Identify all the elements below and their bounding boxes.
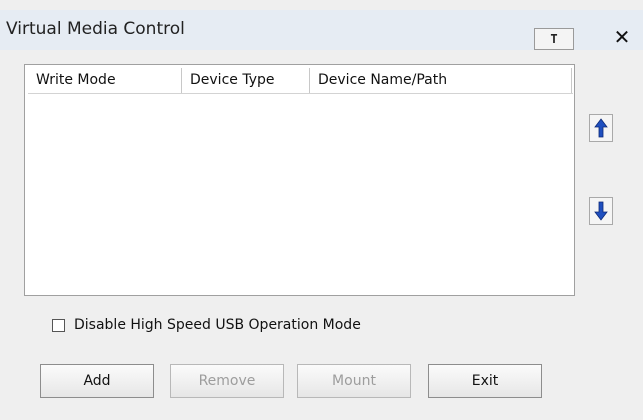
device-list[interactable]: Write Mode Device Type Device Name/Path (24, 64, 575, 296)
device-list-body[interactable] (28, 94, 573, 292)
window-title: Virtual Media Control (6, 19, 185, 39)
column-header-write-mode[interactable]: Write Mode (28, 68, 182, 93)
device-list-header: Write Mode Device Type Device Name/Path (28, 68, 573, 94)
arrow-up-icon (594, 118, 608, 138)
column-header-device-type[interactable]: Device Type (182, 68, 310, 93)
mount-button[interactable]: Mount (297, 364, 411, 398)
disable-high-speed-usb-label: Disable High Speed USB Operation Mode (74, 317, 361, 333)
column-header-device-name-path[interactable]: Device Name/Path (310, 68, 572, 93)
pin-button[interactable]: T (534, 28, 574, 50)
close-icon: ✕ (613, 25, 631, 49)
add-button[interactable]: Add (40, 364, 154, 398)
move-down-button[interactable] (589, 197, 613, 225)
disable-high-speed-usb-option[interactable]: Disable High Speed USB Operation Mode (52, 317, 361, 333)
arrow-down-icon (594, 201, 608, 221)
move-up-button[interactable] (589, 114, 613, 142)
disable-high-speed-usb-checkbox[interactable] (52, 318, 65, 332)
exit-button[interactable]: Exit (428, 364, 542, 398)
virtual-media-control-window: Virtual Media Control T ✕ Write Mode Dev… (0, 0, 643, 420)
close-button[interactable]: ✕ (609, 24, 635, 50)
remove-button[interactable]: Remove (170, 364, 284, 398)
title-bar: Virtual Media Control T ✕ (0, 10, 643, 50)
